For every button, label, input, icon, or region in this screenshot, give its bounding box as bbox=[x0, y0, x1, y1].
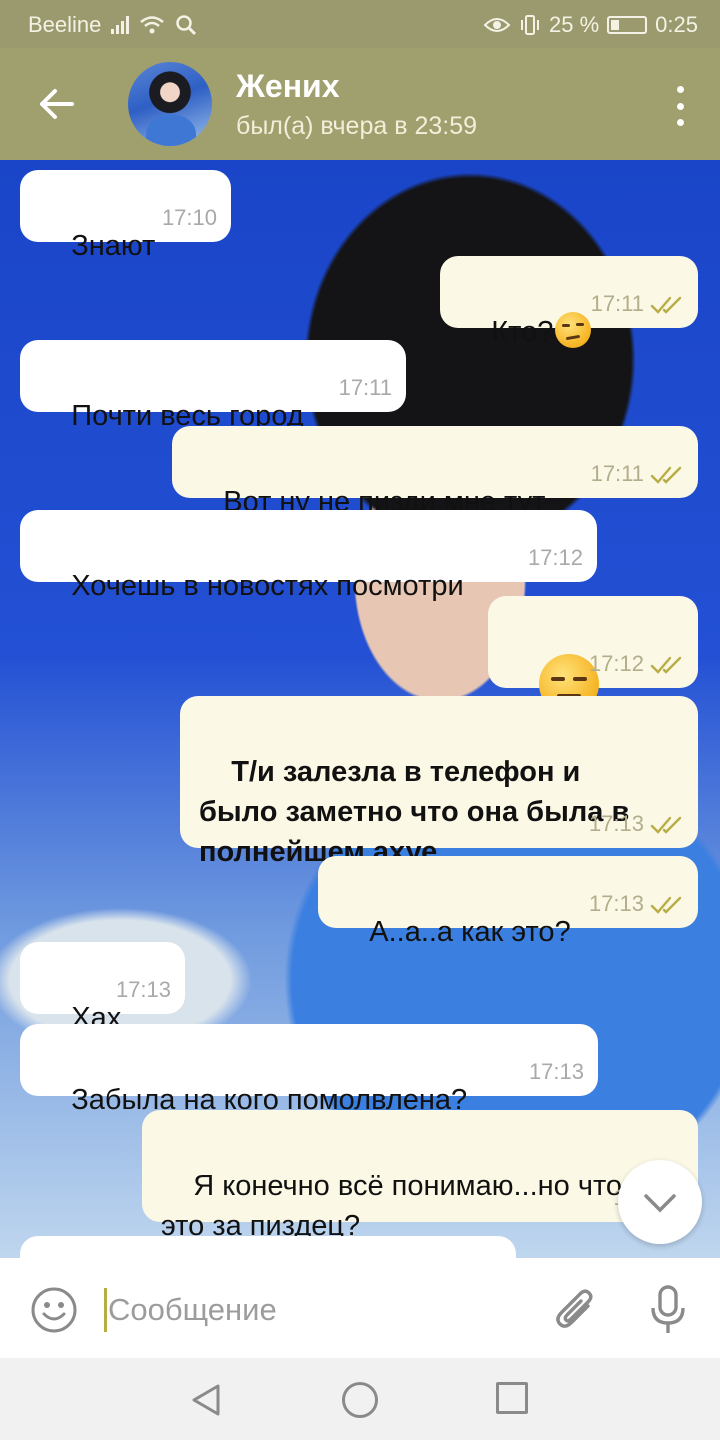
double-check-icon bbox=[650, 816, 682, 834]
search-icon bbox=[176, 15, 197, 36]
signal-icon bbox=[111, 16, 130, 34]
last-seen: был(а) вчера в 23:59 bbox=[236, 112, 478, 140]
message-bubble[interactable]: Я конечно всё понимаю...но что это за пи… bbox=[142, 1110, 698, 1242]
message-bubble[interactable]: Вот ну не пизди мне тут 17:11 bbox=[172, 426, 698, 518]
message-text: Т/и залезла в телефон и было заметно что… bbox=[199, 756, 630, 868]
message-bubble[interactable]: 17:12 bbox=[488, 596, 698, 714]
message-time: 17:11 bbox=[338, 375, 392, 400]
message-time: 17:13 bbox=[528, 1059, 584, 1084]
message-bubble[interactable]: Почти весь город 17:11 bbox=[20, 340, 406, 432]
battery-percent: 25 % bbox=[549, 12, 600, 37]
message-time: 17:11 bbox=[590, 291, 644, 316]
message-time: 17:11 bbox=[590, 461, 644, 486]
message-bubble[interactable]: Хочешь в новостях посмотри 17:12 bbox=[20, 510, 597, 602]
message-bubble[interactable]: Кто? 17:11 bbox=[440, 256, 698, 349]
contact-name[interactable]: Жених bbox=[236, 68, 340, 105]
system-nav-bar bbox=[0, 1358, 720, 1440]
battery-icon bbox=[607, 16, 648, 34]
message-bubble[interactable]: Знают 17:10 bbox=[20, 170, 231, 262]
message-text: Хочешь в новостях посмотри bbox=[71, 570, 464, 602]
raised-eyebrow-emoji-icon bbox=[555, 312, 592, 349]
message-bubble[interactable]: Хах 17:13 bbox=[20, 942, 185, 1034]
message-time: 17:13 bbox=[588, 811, 644, 836]
text-cursor bbox=[104, 1288, 107, 1332]
message-time: 17:12 bbox=[588, 651, 644, 676]
more-menu-button[interactable] bbox=[670, 86, 690, 126]
message-text: Знают bbox=[71, 230, 156, 262]
message-time: 17:10 bbox=[161, 205, 217, 230]
vibrate-icon bbox=[521, 15, 540, 35]
status-bar: Beeline 25 % 0:25 bbox=[0, 0, 720, 48]
emoji-smile-icon[interactable] bbox=[30, 1286, 78, 1334]
eye-icon bbox=[483, 18, 511, 32]
wifi-icon bbox=[140, 16, 165, 34]
message-bubble[interactable]: А..а..а как это? 17:13 bbox=[318, 856, 698, 948]
chat-header: Жених был(а) вчера в 23:59 bbox=[0, 48, 720, 160]
message-text: Я конечно всё понимаю...но что это за пи… bbox=[161, 1170, 623, 1242]
scroll-down-button[interactable] bbox=[618, 1160, 702, 1244]
carrier-label: Beeline bbox=[28, 12, 102, 37]
message-time: 17:13 bbox=[588, 891, 644, 916]
nav-recents-icon[interactable] bbox=[496, 1382, 528, 1414]
message-input-bar: Сообщение bbox=[0, 1258, 720, 1358]
message-text: Кто? bbox=[491, 316, 554, 348]
message-bubble[interactable]: Забыла на кого помолвлена? 17:13 bbox=[20, 1024, 598, 1116]
message-bubble[interactable]: Т/и залезла в телефон и было заметно что… bbox=[180, 696, 698, 868]
arrow-left-icon bbox=[40, 89, 74, 119]
nav-back-icon[interactable] bbox=[188, 1382, 224, 1418]
nav-home-icon[interactable] bbox=[342, 1382, 378, 1418]
message-bubble-partial[interactable] bbox=[20, 1236, 516, 1258]
double-check-icon bbox=[650, 896, 682, 914]
message-text: А..а..а как это? bbox=[369, 916, 571, 948]
double-check-icon bbox=[650, 296, 682, 314]
chevron-down-icon bbox=[644, 1194, 676, 1213]
message-input[interactable]: Сообщение bbox=[108, 1292, 277, 1328]
back-button[interactable] bbox=[30, 78, 82, 130]
message-time: 17:12 bbox=[527, 545, 583, 570]
clock: 0:25 bbox=[655, 12, 698, 37]
paperclip-icon[interactable] bbox=[552, 1284, 600, 1336]
microphone-icon[interactable] bbox=[646, 1284, 690, 1336]
double-check-icon bbox=[650, 466, 682, 484]
message-time: 17:13 bbox=[115, 977, 171, 1002]
chat-area[interactable]: Знают 17:10 Кто? 17:11 Почти весь город … bbox=[0, 160, 720, 1258]
avatar[interactable] bbox=[128, 62, 212, 146]
double-check-icon bbox=[650, 656, 682, 674]
